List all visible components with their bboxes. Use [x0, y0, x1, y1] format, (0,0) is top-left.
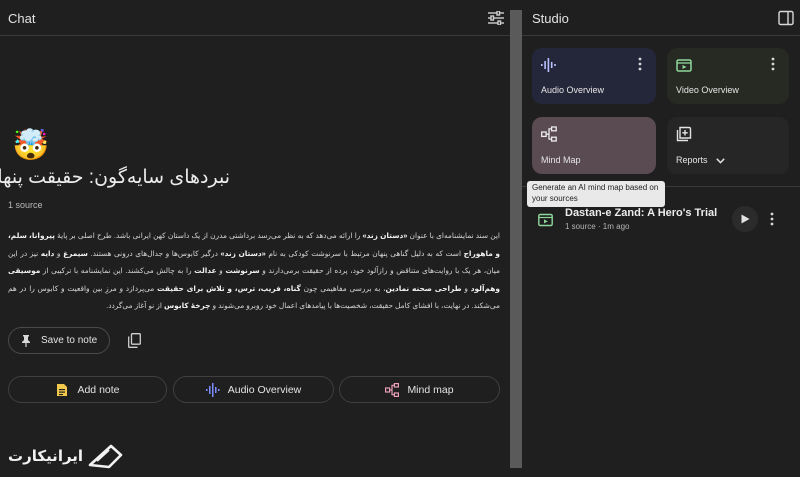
mind-map-tooltip: Generate an AI mind map based on your so…: [527, 181, 665, 207]
studio-note-item[interactable]: Dastan-e Zand: A Hero's Trial 1 source ·…: [532, 202, 794, 238]
studio-note-meta: 1 source · 1m ago: [565, 222, 630, 231]
source-count: 1 source: [8, 200, 43, 210]
audio-overview-button[interactable]: Audio Overview: [173, 376, 334, 403]
audio-wave-icon: [541, 58, 556, 72]
chevron-down-icon: [716, 157, 725, 164]
mind-map-icon: [541, 126, 557, 142]
pin-icon: [22, 334, 30, 347]
add-note-button[interactable]: Add note: [8, 376, 167, 403]
play-icon: [741, 214, 750, 224]
watermark-text: ایرانیکارت: [8, 448, 84, 465]
watermark-logo: ایرانیکارت: [8, 442, 123, 470]
video-overview-card[interactable]: Video Overview: [667, 48, 789, 104]
mind-map-card-label: Mind Map: [541, 155, 581, 165]
save-to-note-label: Save to note: [41, 335, 98, 346]
audio-overview-label: Audio Overview: [227, 383, 302, 396]
play-button[interactable]: [732, 206, 758, 232]
mind-map-button[interactable]: Mind map: [339, 376, 500, 403]
chat-header: Chat: [0, 0, 510, 36]
tune-icon[interactable]: [488, 11, 504, 25]
panel-scrollbar[interactable]: [510, 10, 522, 468]
studio-header: Studio: [522, 0, 800, 36]
source-summary: این سند نمایشنامه‌ای با عنوان «دستان زند…: [8, 231, 501, 310]
studio-title: Studio: [532, 11, 569, 26]
mind-map-label: Mind map: [407, 383, 454, 396]
reports-card-label: Reports: [676, 155, 725, 165]
video-icon: [538, 213, 553, 227]
save-to-note-button[interactable]: Save to note: [8, 327, 110, 354]
panel-toggle-icon[interactable]: [778, 10, 794, 26]
iranicard-logo-icon: [88, 444, 123, 469]
add-note-label: Add note: [77, 383, 120, 396]
source-title: نبردهای سایه‌گون: حقیقت پنهان: [0, 167, 230, 188]
audio-overview-card[interactable]: Audio Overview: [532, 48, 656, 104]
video-icon: [676, 59, 692, 72]
mind-map-card[interactable]: Mind Map: [532, 117, 656, 174]
video-overview-card-label: Video Overview: [676, 85, 739, 95]
studio-panel: Studio Audio Overview Video Overview Min…: [522, 0, 800, 477]
report-icon: [676, 126, 692, 142]
more-vert-icon[interactable]: [770, 212, 774, 226]
studio-note-title: Dastan-e Zand: A Hero's Trial: [565, 207, 718, 219]
chat-title: Chat: [8, 11, 36, 26]
reports-label-text: Reports: [676, 155, 708, 165]
reports-card[interactable]: Reports: [667, 117, 789, 174]
note-icon: [57, 383, 68, 396]
more-vert-icon[interactable]: [771, 57, 775, 71]
audio-wave-icon: [205, 382, 220, 397]
chat-panel: Chat 🤯 نبردهای سایه‌گون: حقیقت پنهان 1 s…: [0, 0, 510, 477]
audio-overview-card-label: Audio Overview: [541, 85, 605, 95]
mind-map-icon: [385, 382, 400, 397]
source-emoji: 🤯: [12, 129, 50, 162]
more-vert-icon[interactable]: [638, 57, 642, 71]
copy-icon[interactable]: [128, 333, 141, 348]
